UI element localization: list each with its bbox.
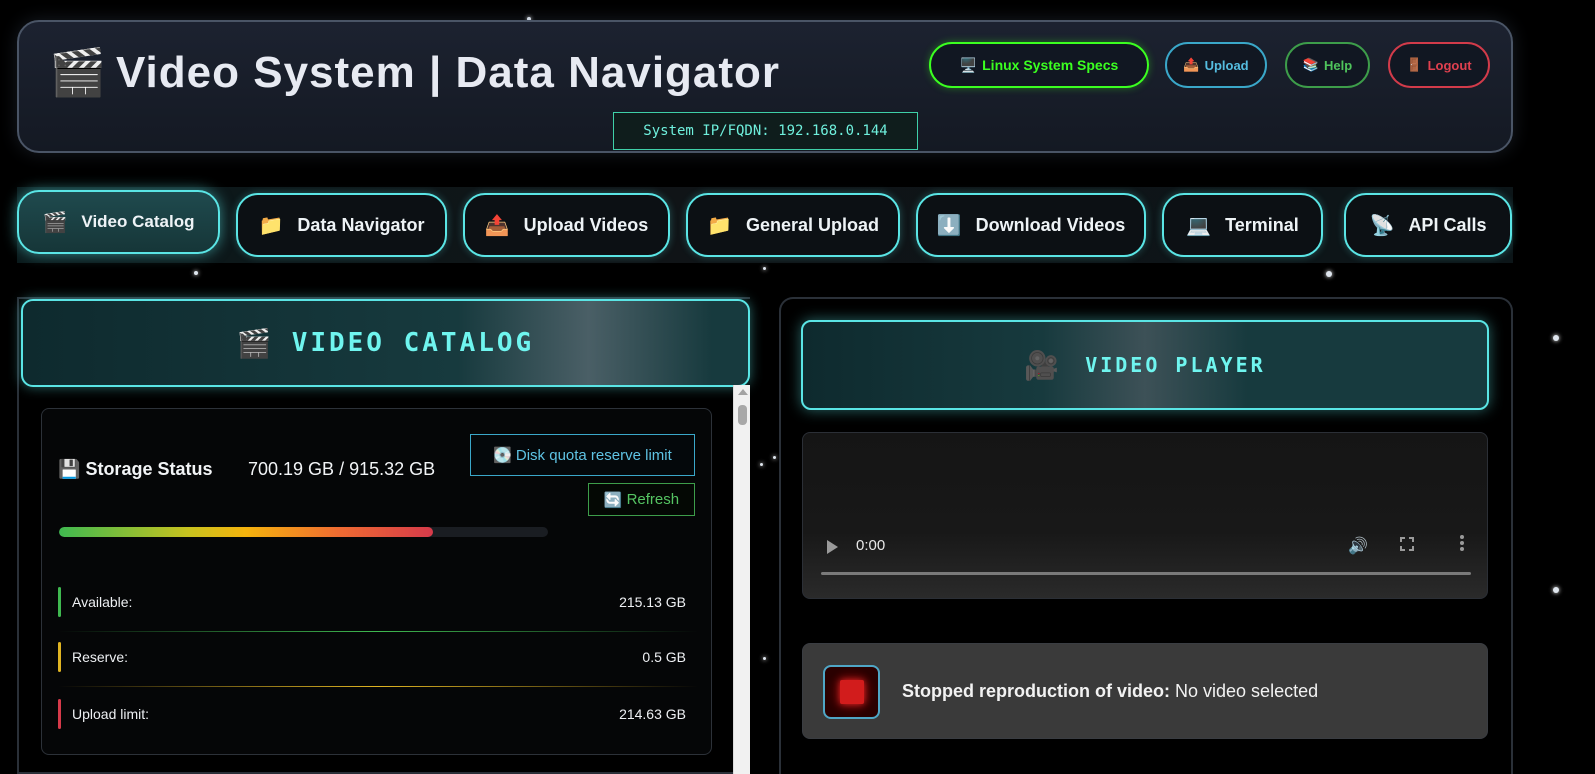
stat-value: 0.5 GB (642, 649, 686, 665)
refresh-button-label: Refresh (626, 491, 680, 508)
upload-icon: 📤 (1183, 57, 1200, 72)
star-decoration (763, 267, 766, 270)
door-icon: 🚪 (1406, 57, 1423, 72)
divider (58, 686, 698, 687)
tab-download-videos[interactable]: ⬇️ Download Videos (916, 193, 1146, 257)
status-value: No video selected (1175, 681, 1319, 701)
stat-value: 215.13 GB (619, 594, 686, 610)
floppy-disk-icon: 💾 (58, 459, 81, 479)
fullscreen-icon[interactable] (1400, 537, 1414, 551)
tab-upload-videos[interactable]: 📤 Upload Videos (463, 193, 670, 257)
tab-data-navigator[interactable]: 📁 Data Navigator (236, 193, 447, 257)
status-prefix: Stopped reproduction of video: (902, 681, 1170, 701)
stat-label: Upload limit: (72, 706, 150, 722)
main-nav: 🎬 Video Catalog 📁 Data Navigator 📤 Uploa… (17, 187, 1513, 263)
satellite-dish-icon: 📡 (1369, 214, 1395, 237)
monitor-icon: 🖥️ (959, 56, 978, 73)
star-decoration (773, 456, 776, 459)
app-title: Video System | Data Navigator (116, 48, 781, 97)
video-element[interactable]: 0:00 🔊 (802, 432, 1488, 599)
star-decoration (194, 271, 198, 275)
stat-available: Available: 215.13 GB (58, 587, 698, 632)
refresh-button[interactable]: 🔄 Refresh (588, 483, 695, 516)
storage-usage-fill (59, 527, 434, 537)
tab-label: Terminal (1225, 214, 1299, 235)
stat-label: Available: (72, 594, 133, 610)
download-arrow-icon: ⬇️ (936, 214, 962, 237)
playback-status-text: Stopped reproduction of video: No video … (902, 681, 1318, 702)
star-decoration (1553, 587, 1559, 593)
star-decoration (763, 657, 766, 660)
clapperboard-icon: 🎬 (236, 327, 272, 359)
storage-usage-value: 700.19 GB / 915.32 GB (248, 459, 436, 479)
stat-label: Reserve: (72, 649, 129, 665)
more-options-icon[interactable] (1460, 535, 1464, 551)
clapperboard-icon: 🎬 (42, 211, 68, 234)
system-ip-badge: System IP/FQDN: 192.168.0.144 (613, 112, 918, 150)
storage-status-card: 💾 Storage Status 700.19 GB / 915.32 GB 💽… (41, 408, 712, 755)
stat-upload-limit: Upload limit: 214.63 GB (58, 699, 698, 729)
tab-video-catalog[interactable]: 🎬 Video Catalog (17, 190, 220, 254)
scroll-up-arrow-icon[interactable] (738, 389, 748, 395)
star-decoration (1553, 335, 1559, 341)
tab-general-upload[interactable]: 📁 General Upload (686, 193, 900, 257)
volume-icon[interactable]: 🔊 (1348, 536, 1368, 556)
star-decoration (1326, 271, 1332, 277)
logout-button-label: Logout (1427, 57, 1472, 73)
storage-status-label: 💾 Storage Status (58, 459, 212, 480)
video-player-header: 🎥 VIDEO PLAYER (801, 320, 1489, 410)
video-catalog-header: 🎬 VIDEO CATALOG (21, 299, 750, 387)
books-icon: 📚 (1302, 57, 1319, 72)
logout-button[interactable]: 🚪 Logout (1388, 42, 1490, 88)
divider (58, 631, 698, 632)
linux-system-specs-button[interactable]: 🖥️ Linux System Specs (929, 42, 1149, 88)
tab-label: Data Navigator (297, 214, 425, 235)
tab-terminal[interactable]: 💻 Terminal (1162, 193, 1323, 257)
specs-button-label: Linux System Specs (982, 57, 1119, 73)
disk-icon: 💽 (493, 447, 512, 464)
help-button[interactable]: 📚 Help (1285, 42, 1370, 88)
star-decoration (760, 463, 763, 466)
tab-label: Video Catalog (81, 212, 195, 231)
playback-status: Stopped reproduction of video: No video … (802, 643, 1488, 739)
tab-label: Upload Videos (523, 214, 649, 235)
time-display: 0:00 (856, 537, 886, 554)
clapperboard-icon: 🎬 (49, 46, 107, 98)
help-button-label: Help (1324, 57, 1353, 73)
movie-camera-icon: 🎥 (1024, 349, 1060, 381)
tab-label: API Calls (1408, 214, 1487, 235)
upload-icon: 📤 (484, 214, 510, 237)
folder-icon: 📁 (258, 214, 284, 237)
disk-quota-button[interactable]: 💽 Disk quota reserve limit (470, 434, 695, 476)
scrollbar-thumb[interactable] (738, 405, 747, 425)
stop-icon (823, 665, 880, 719)
app-header: 🎬 Video System | Data Navigator System I… (17, 20, 1513, 153)
laptop-icon: 💻 (1186, 214, 1212, 237)
quota-button-label: Disk quota reserve limit (515, 446, 672, 464)
stat-reserve: Reserve: 0.5 GB (58, 642, 698, 687)
upload-button-label: Upload (1204, 57, 1249, 73)
play-icon[interactable] (827, 540, 838, 554)
folder-icon: 📁 (707, 214, 732, 237)
catalog-scrollbar[interactable] (733, 385, 750, 774)
video-progress-bar[interactable] (821, 572, 1471, 575)
tab-api-calls[interactable]: 📡 API Calls (1344, 193, 1512, 257)
stat-color-bar (58, 642, 61, 672)
tab-label: Download Videos (975, 214, 1126, 235)
stat-color-bar (58, 699, 61, 729)
stat-color-bar (58, 587, 61, 617)
upload-button[interactable]: 📤 Upload (1165, 42, 1267, 88)
storage-label-text: Storage Status (85, 459, 213, 479)
video-player-title: VIDEO PLAYER (1085, 353, 1266, 377)
tab-label: General Upload (745, 214, 879, 235)
refresh-icon: 🔄 (603, 491, 623, 509)
storage-usage-bar (59, 527, 548, 537)
video-catalog-title: VIDEO CATALOG (291, 328, 535, 358)
stat-value: 214.63 GB (619, 706, 686, 722)
